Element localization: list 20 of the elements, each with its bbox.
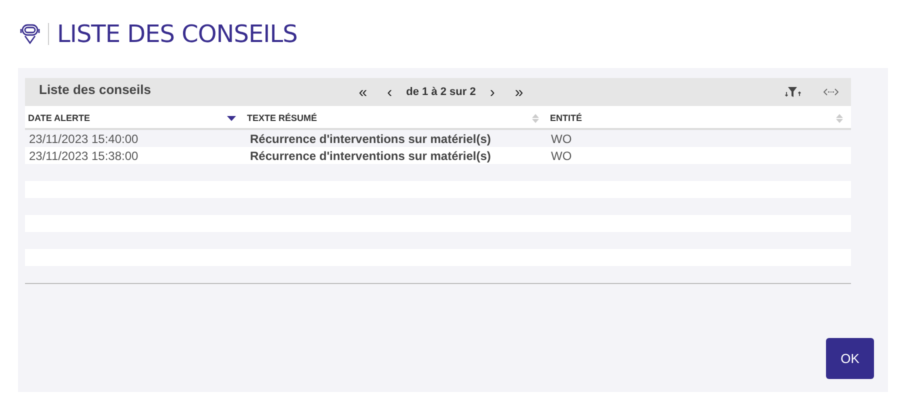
expand-icon[interactable] — [823, 87, 839, 97]
last-page-button[interactable]: » — [506, 84, 532, 100]
table-cell-text: Récurrence d'interventions sur matériel(s) — [249, 132, 492, 146]
column-header[interactable]: ENTITÉ — [547, 108, 851, 128]
robot-icon — [20, 23, 40, 45]
column-header[interactable]: TEXTE RÉSUMÉ — [244, 108, 547, 128]
table-cell-text: 23/11/2023 15:38:00 — [28, 148, 140, 162]
table-cell-text: WO — [550, 132, 573, 146]
table-cell-text: Récurrence d'interventions sur matériel(s) — [249, 148, 492, 162]
column-header[interactable]: DATE ALERTE — [25, 108, 244, 128]
table-cell-text: WO — [550, 148, 573, 162]
next-page-button[interactable]: › — [482, 84, 503, 100]
page-info: de 1 à 2 sur 2 — [405, 86, 477, 98]
table-cell-text: 23/11/2023 15:40:00 — [28, 132, 140, 146]
first-page-button[interactable]: « — [350, 84, 376, 100]
filter-icon[interactable] — [785, 86, 801, 98]
ok-button[interactable]: OK — [826, 338, 874, 379]
grid-caption: Liste des conseils — [39, 81, 152, 97]
dialog-title: LISTE DES CONSEILS — [57, 20, 298, 48]
previous-page-button[interactable]: ‹ — [379, 84, 400, 100]
